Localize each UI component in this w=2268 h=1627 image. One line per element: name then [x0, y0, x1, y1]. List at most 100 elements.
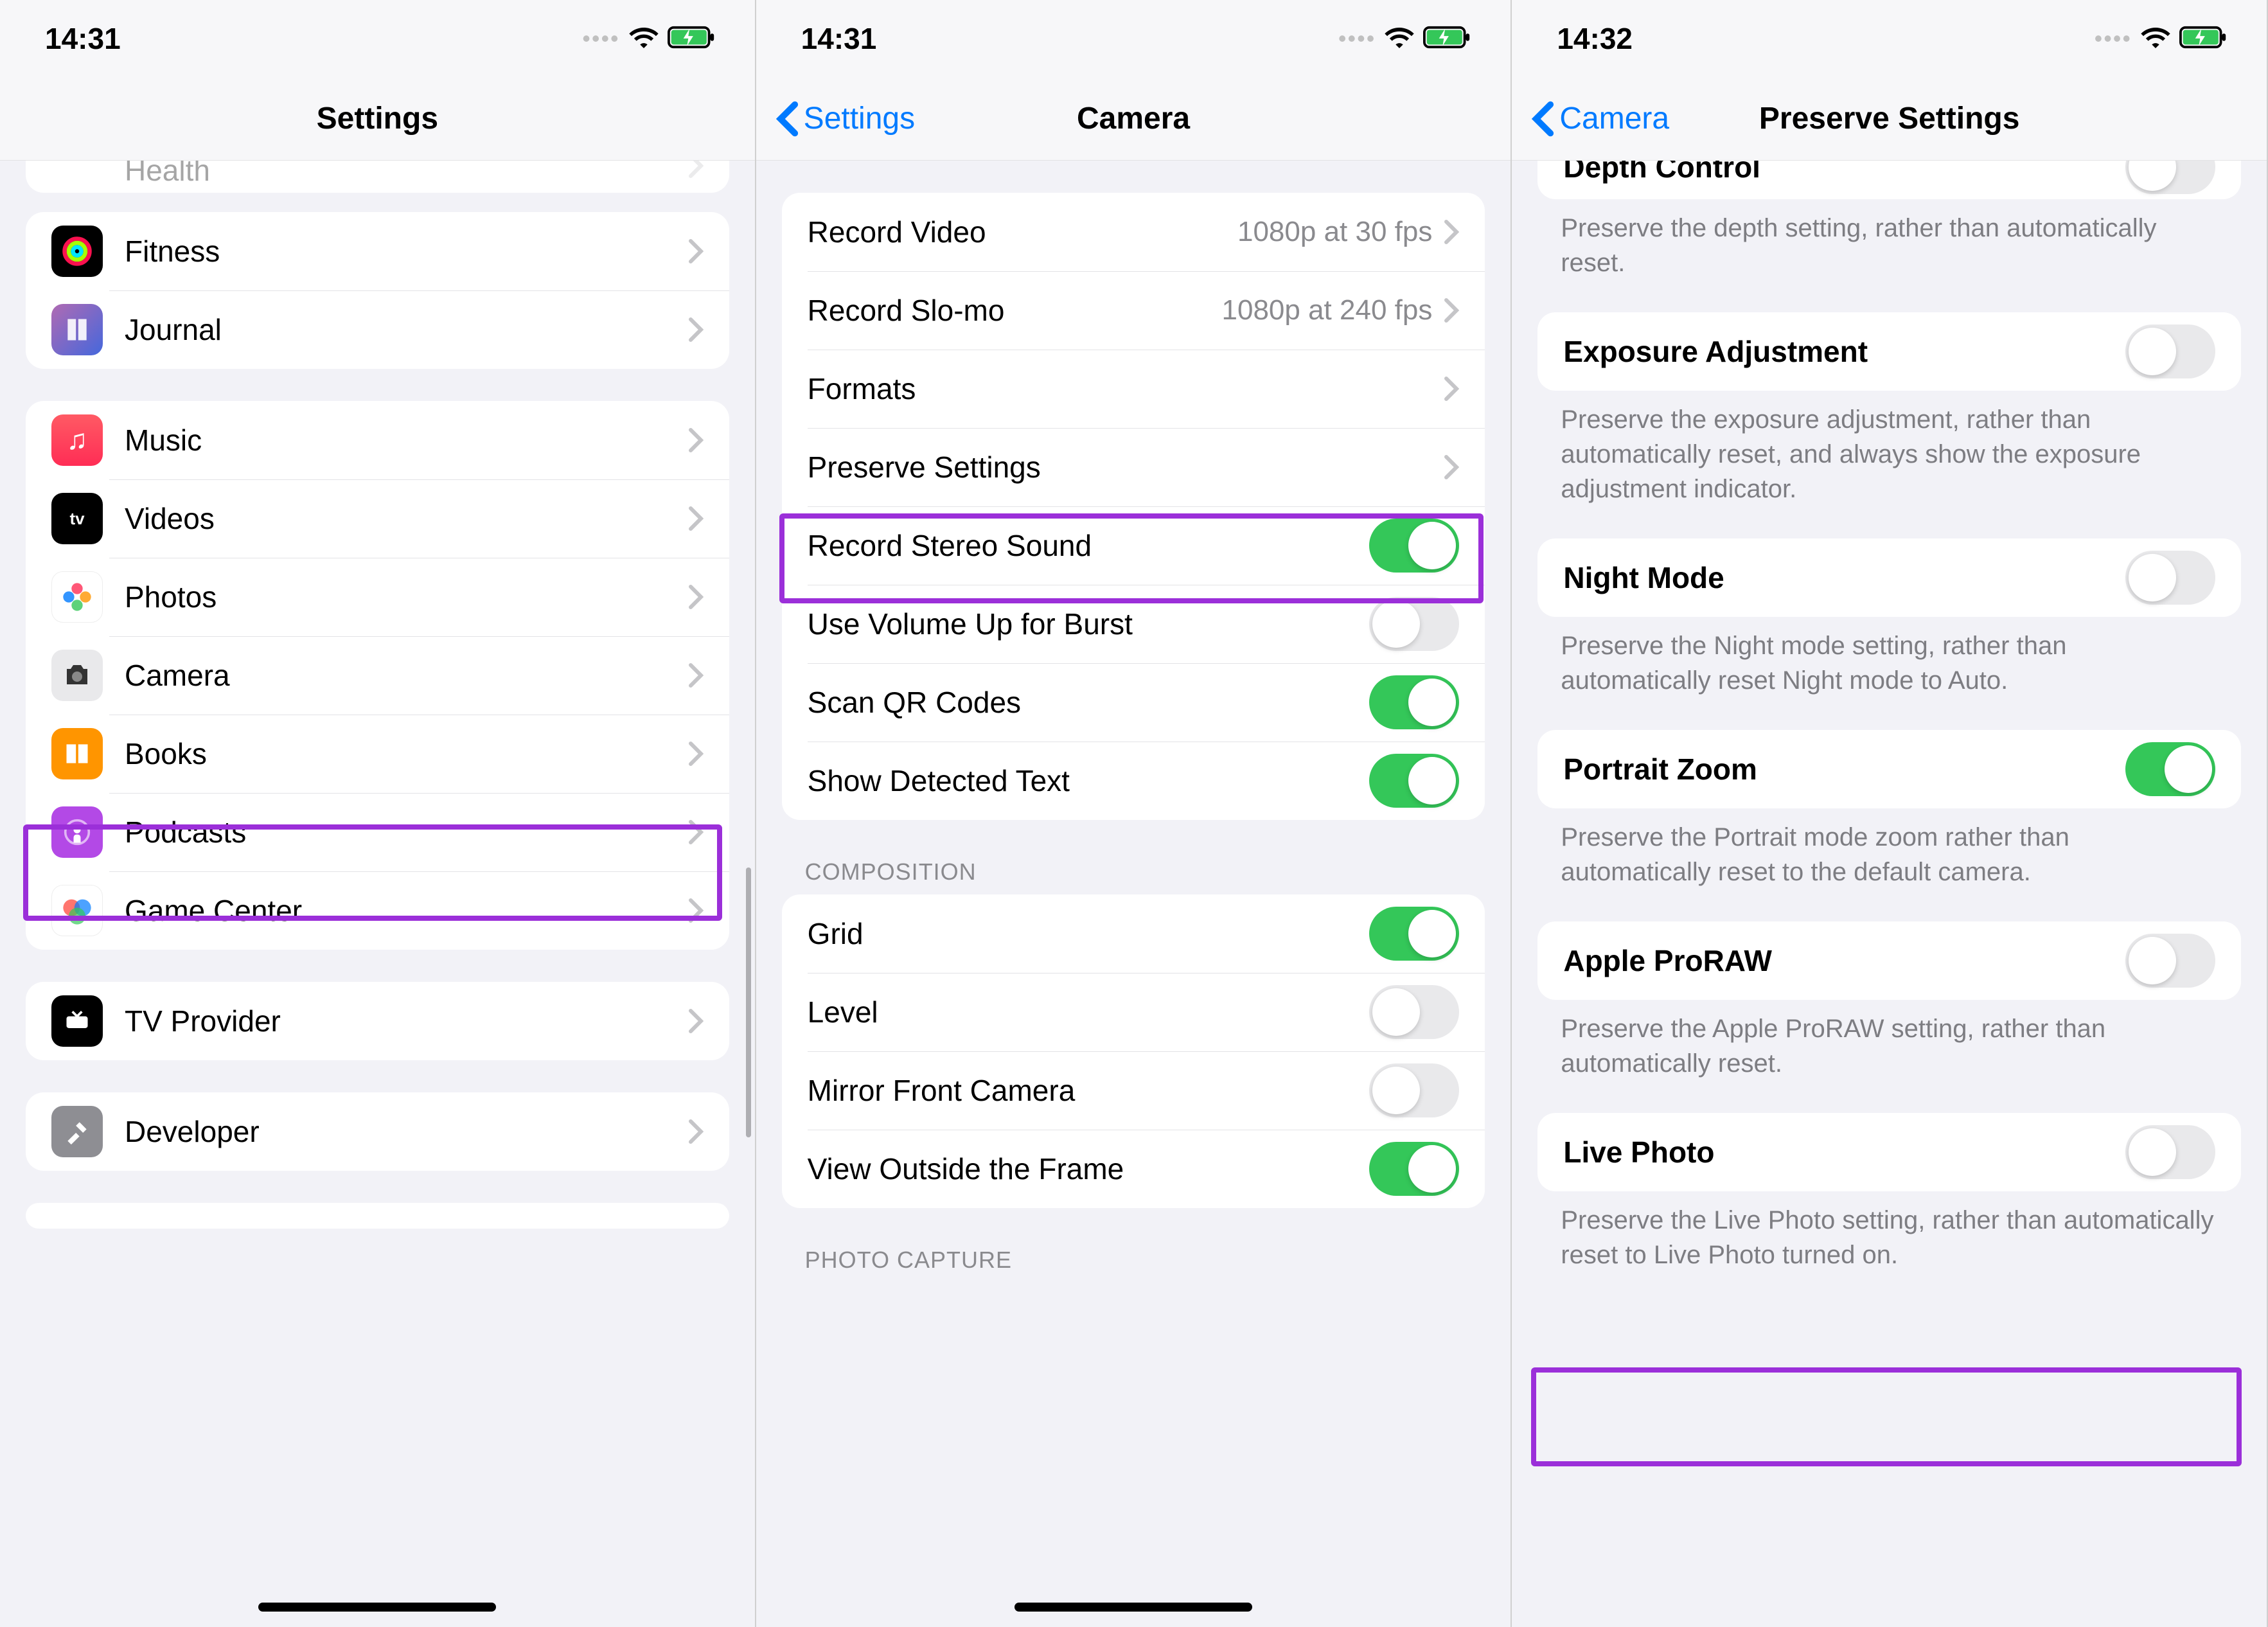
row-podcasts[interactable]: Podcasts: [26, 793, 729, 871]
nav-header: Settings Camera: [756, 77, 1511, 161]
row-developer[interactable]: Developer: [26, 1092, 729, 1171]
podcasts-icon: [51, 806, 103, 858]
footer-portrait: Preserve the Portrait mode zoom rather t…: [1561, 820, 2218, 889]
toggle-level[interactable]: [1369, 985, 1459, 1039]
section-photo-capture: PHOTO CAPTURE: [805, 1247, 1462, 1274]
settings-list[interactable]: Health Fitness Journal ♫: [0, 161, 755, 1627]
hammer-icon: [51, 1106, 103, 1157]
books-icon: [51, 728, 103, 779]
toggle-grid[interactable]: [1369, 907, 1459, 961]
toggle-depth-control[interactable]: [2125, 161, 2215, 194]
row-grid: Grid: [782, 894, 1485, 973]
scrollbar[interactable]: [746, 867, 751, 1137]
chevron-right-icon: [1444, 454, 1459, 480]
wifi-icon: [629, 26, 659, 51]
camera-group-composition: Grid Level Mirror Front Camera View Outs…: [782, 894, 1485, 1208]
chevron-right-icon: [688, 584, 704, 610]
row-label: Music: [125, 423, 688, 458]
row-proraw: Apple ProRAW: [1537, 921, 2241, 1000]
back-button[interactable]: Camera: [1531, 101, 1669, 137]
row-volume-burst: Use Volume Up for Burst: [782, 585, 1485, 663]
row-label: Record Stereo Sound: [808, 528, 1370, 563]
chevron-right-icon: [688, 898, 704, 923]
chevron-right-icon: [688, 317, 704, 342]
row-label: Record Video: [808, 215, 1237, 249]
footer-exposure: Preserve the exposure adjustment, rather…: [1561, 402, 2218, 506]
row-books[interactable]: Books: [26, 715, 729, 793]
row-label: Formats: [808, 371, 1444, 406]
row-label: Photos: [125, 580, 688, 614]
status-indicators: ••••: [1338, 25, 1472, 52]
row-videos[interactable]: tv Videos: [26, 479, 729, 558]
nav-header: Camera Preserve Settings: [1512, 77, 2267, 161]
back-button[interactable]: Settings: [775, 101, 915, 137]
home-indicator[interactable]: [258, 1603, 496, 1612]
footer-depth: Preserve the depth setting, rather than …: [1561, 211, 2218, 280]
row-label: Grid: [808, 916, 1370, 951]
row-detail: 1080p at 30 fps: [1237, 216, 1432, 248]
row-label: Game Center: [125, 893, 688, 928]
status-bar: 14:31 ••••: [756, 0, 1511, 77]
fitness-icon: [51, 226, 103, 277]
row-camera[interactable]: Camera: [26, 636, 729, 715]
back-label: Camera: [1559, 101, 1669, 136]
battery-charging-icon: [2179, 26, 2228, 52]
toggle-proraw[interactable]: [2125, 934, 2215, 988]
chevron-right-icon: [688, 741, 704, 767]
row-label: Journal: [125, 312, 688, 347]
home-indicator[interactable]: [1014, 1603, 1252, 1612]
row-label: Record Slo-mo: [808, 293, 1222, 328]
toggle-volume-burst[interactable]: [1369, 597, 1459, 651]
row-outside-frame: View Outside the Frame: [782, 1130, 1485, 1208]
toggle-livephoto[interactable]: [2125, 1125, 2215, 1179]
chevron-right-icon: [688, 662, 704, 688]
preserve-settings-list[interactable]: Depth Control Preserve the depth setting…: [1512, 161, 2267, 1627]
row-tvprovider[interactable]: TV Provider: [26, 982, 729, 1060]
wifi-icon: [1385, 26, 1414, 51]
nav-header: Settings: [0, 77, 755, 161]
row-fitness[interactable]: Fitness: [26, 212, 729, 290]
row-journal[interactable]: Journal: [26, 290, 729, 369]
page-title: Settings: [317, 101, 438, 136]
toggle-nightmode[interactable]: [2125, 551, 2215, 605]
footer-nightmode: Preserve the Night mode setting, rather …: [1561, 628, 2218, 698]
row-level: Level: [782, 973, 1485, 1051]
chevron-left-icon: [775, 101, 800, 137]
chevron-right-icon: [688, 427, 704, 453]
row-preserve-settings[interactable]: Preserve Settings: [782, 428, 1485, 506]
row-formats[interactable]: Formats: [782, 350, 1485, 428]
row-label: Fitness: [125, 234, 688, 269]
preserve-group-proraw: Apple ProRAW: [1537, 921, 2241, 1000]
toggle-exposure[interactable]: [2125, 325, 2215, 378]
toggle-outside-frame[interactable]: [1369, 1142, 1459, 1196]
gamecenter-icon: [51, 885, 103, 936]
row-label: Preserve Settings: [808, 450, 1444, 485]
row-label: Developer: [125, 1114, 688, 1149]
toggle-portrait-zoom[interactable]: [2125, 742, 2215, 796]
battery-charging-icon: [668, 26, 716, 52]
row-label: Scan QR Codes: [808, 685, 1370, 720]
chevron-right-icon: [688, 819, 704, 845]
status-time: 14:32: [1557, 21, 1633, 56]
row-photos[interactable]: Photos: [26, 558, 729, 636]
settings-group-next-peek: [26, 1203, 729, 1229]
row-gamecenter[interactable]: Game Center: [26, 871, 729, 950]
chevron-right-icon: [688, 506, 704, 531]
toggle-stereo-sound[interactable]: [1369, 519, 1459, 573]
chevron-right-icon: [688, 1119, 704, 1144]
tv-icon: tv: [51, 493, 103, 544]
chevron-left-icon: [1531, 101, 1555, 137]
row-music[interactable]: ♫ Music: [26, 401, 729, 479]
row-label: Level: [808, 995, 1370, 1029]
camera-settings-list[interactable]: Record Video 1080p at 30 fps Record Slo-…: [756, 161, 1511, 1627]
row-record-slomo[interactable]: Record Slo-mo 1080p at 240 fps: [782, 271, 1485, 350]
preserve-group-nightmode: Night Mode: [1537, 538, 2241, 617]
footer-proraw: Preserve the Apple ProRAW setting, rathe…: [1561, 1011, 2218, 1081]
toggle-mirror-front[interactable]: [1369, 1063, 1459, 1117]
row-label: Night Mode: [1563, 560, 2125, 595]
chevron-right-icon: [1444, 298, 1459, 323]
toggle-scan-qr[interactable]: [1369, 675, 1459, 729]
settings-group-developer: Developer: [26, 1092, 729, 1171]
row-record-video[interactable]: Record Video 1080p at 30 fps: [782, 193, 1485, 271]
toggle-detected-text[interactable]: [1369, 754, 1459, 808]
